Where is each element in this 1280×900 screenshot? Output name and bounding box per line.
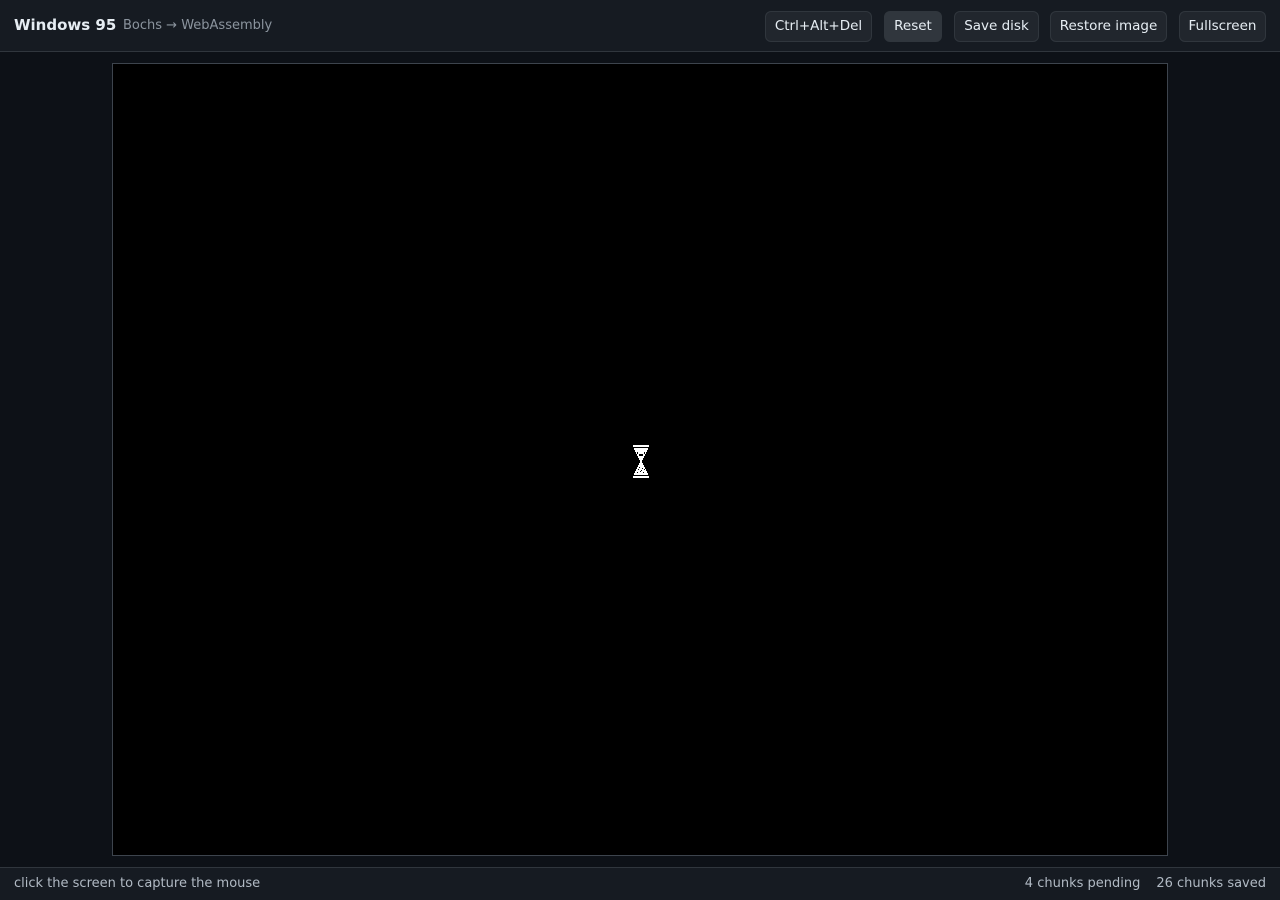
reset-button[interactable]: Reset	[884, 11, 942, 42]
fullscreen-button[interactable]: Fullscreen	[1179, 11, 1266, 42]
top-bar: Windows 95 Bochs → WebAssembly Ctrl+Alt+…	[0, 0, 1280, 52]
ctrl-alt-del-button[interactable]: Ctrl+Alt+Del	[765, 11, 872, 42]
hourglass-icon	[633, 445, 649, 478]
app-subtitle: Bochs → WebAssembly	[123, 18, 273, 33]
chunks-saved: 26 chunks saved	[1156, 876, 1266, 891]
save-disk-button[interactable]: Save disk	[954, 11, 1039, 42]
capture-hint: click the screen to capture the mouse	[14, 876, 261, 891]
chunk-status: 4 chunks pending 26 chunks saved	[1025, 876, 1266, 891]
restore-image-button[interactable]: Restore image	[1050, 11, 1167, 42]
emulator-screen[interactable]	[112, 63, 1168, 856]
app-title: Windows 95	[14, 16, 117, 34]
chunks-pending: 4 chunks pending	[1024, 876, 1141, 891]
status-bar: click the screen to capture the mouse 4 …	[0, 867, 1280, 900]
